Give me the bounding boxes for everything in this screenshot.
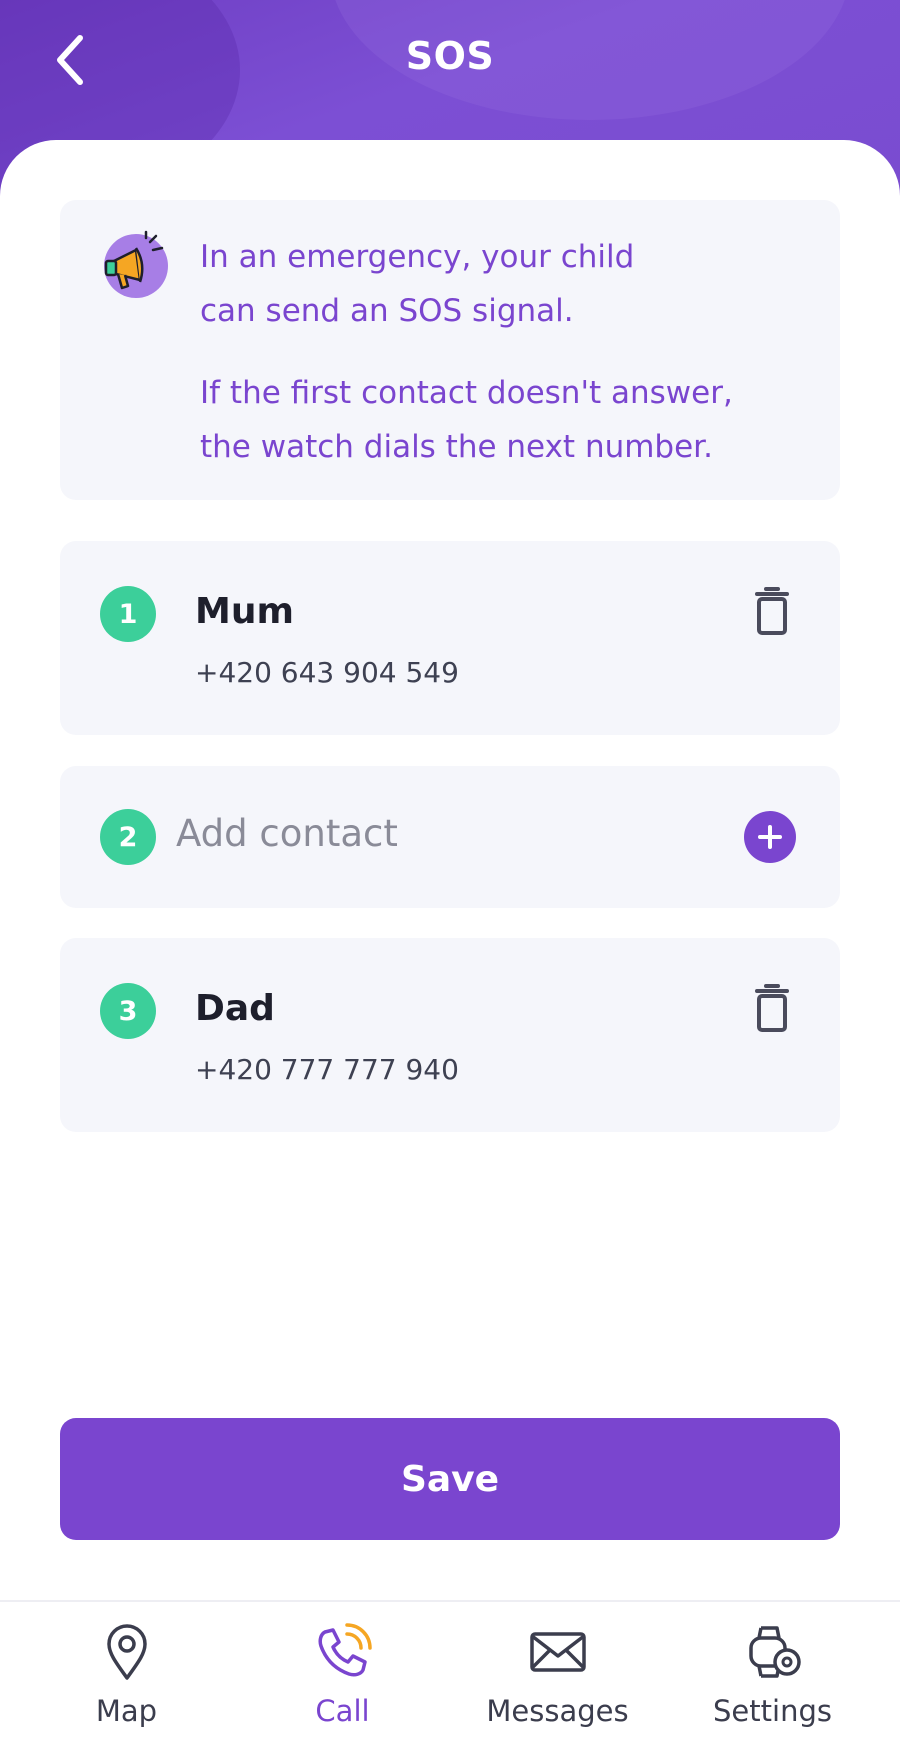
trash-icon[interactable] (747, 584, 797, 638)
tab-messages[interactable]: Messages (445, 1602, 670, 1745)
plus-icon (758, 825, 782, 849)
add-contact-button[interactable] (744, 811, 796, 863)
tab-label: Map (95, 1694, 158, 1728)
tab-call[interactable]: Call (230, 1602, 455, 1745)
phone-call-icon (317, 1623, 372, 1677)
watch-settings-icon (748, 1626, 801, 1678)
priority-badge: 3 (100, 983, 156, 1039)
contact-phone: +420 643 904 549 (195, 656, 459, 689)
tab-map[interactable]: Map (14, 1602, 239, 1745)
info-text-secondary: If the first contact doesn't answer, the… (200, 375, 733, 465)
save-button[interactable]: Save (60, 1418, 840, 1540)
priority-badge: 1 (100, 586, 156, 642)
map-pin-icon (106, 1624, 147, 1680)
megaphone-icon (104, 230, 168, 298)
contact-phone: +420 777 777 940 (195, 1053, 459, 1086)
add-contact-card[interactable]: 2 Add contact (60, 766, 840, 908)
trash-icon[interactable] (747, 981, 797, 1035)
envelope-icon (529, 1632, 586, 1672)
priority-badge: 2 (100, 809, 156, 865)
info-text-primary: In an emergency, your child can send an … (200, 239, 635, 329)
tab-settings[interactable]: Settings (660, 1602, 885, 1745)
contact-card-1[interactable]: 1 Mum +420 643 904 549 (60, 541, 840, 735)
contact-name: Mum (195, 591, 294, 632)
contact-card-3[interactable]: 3 Dad +420 777 777 940 (60, 938, 840, 1132)
tab-label: Messages (486, 1694, 629, 1728)
tab-label: Call (315, 1694, 370, 1728)
contact-name: Dad (195, 988, 275, 1029)
page-title: SOS (405, 34, 495, 78)
tab-label: Settings (713, 1694, 832, 1728)
add-contact-label: Add contact (176, 812, 398, 855)
bottom-tab-bar: Map Call Messages Settings (0, 1600, 900, 1745)
